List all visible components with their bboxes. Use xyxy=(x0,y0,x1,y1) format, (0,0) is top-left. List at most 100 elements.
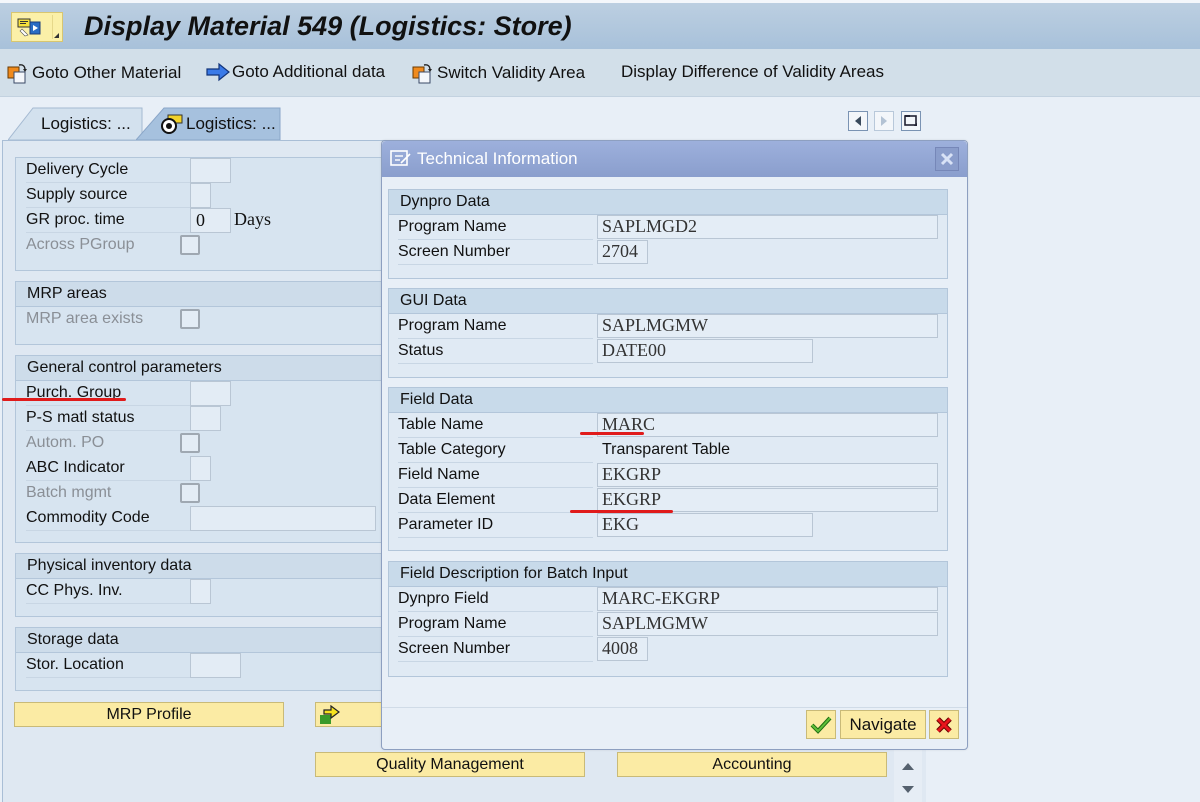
quality-management-button[interactable]: Quality Management xyxy=(315,752,585,777)
delivery-cycle-field[interactable] xyxy=(190,158,231,183)
goto-additional-data-button[interactable]: Goto Additional data xyxy=(206,62,385,82)
program-name-label: Program Name xyxy=(398,215,593,240)
scroll-up-icon xyxy=(902,763,914,770)
dialog-header: Technical Information xyxy=(382,141,967,177)
autom-po-row: Autom. PO xyxy=(26,431,386,456)
supply-source-field[interactable] xyxy=(190,183,211,208)
goto-other-material-label: Goto Other Material xyxy=(32,63,182,82)
copy-switch-icon xyxy=(7,64,27,84)
batch-mgmt-row: Batch mgmt xyxy=(26,481,386,506)
ps-matl-status-row: P-S matl status xyxy=(26,406,386,431)
dynpro-field-label: Dynpro Field xyxy=(398,587,593,612)
close-icon xyxy=(940,152,954,166)
gui-program-name-field[interactable]: SAPLMGMW xyxy=(597,314,938,338)
physical-inventory-group: Physical inventory data CC Phys. Inv. xyxy=(15,553,395,617)
divider xyxy=(52,15,53,39)
dynpro-program-row: Program Name SAPLMGD2 xyxy=(398,215,943,240)
batch-mgmt-label: Batch mgmt xyxy=(26,484,112,501)
arrow-right-icon xyxy=(206,62,230,82)
gui-data-title: GUI Data xyxy=(389,289,947,314)
dropdown-triangle-icon xyxy=(54,33,59,38)
batch-program-name-field[interactable]: SAPLMGMW xyxy=(597,612,938,636)
across-pgroup-row: Across PGroup xyxy=(26,233,386,258)
highlight-underline xyxy=(580,432,644,435)
gui-program-row: Program Name SAPLMGMW xyxy=(398,314,943,339)
scroll-up-button[interactable] xyxy=(899,757,917,775)
tab-label: Logistics: ... xyxy=(186,114,276,133)
procurement-group: Delivery Cycle Supply source GR proc. ti… xyxy=(15,157,395,271)
cc-phys-inv-field[interactable] xyxy=(190,579,211,604)
abc-indicator-field[interactable] xyxy=(190,456,211,481)
field-name-label: Field Name xyxy=(398,463,593,488)
mrp-area-exists-checkbox[interactable] xyxy=(180,309,200,329)
autom-po-checkbox[interactable] xyxy=(180,433,200,453)
field-name-row: Field Name EKGRP xyxy=(398,463,943,488)
ps-matl-status-field[interactable] xyxy=(190,406,221,431)
enter-arrow-icon xyxy=(320,704,340,724)
gr-proc-time-unit: Days xyxy=(234,209,271,229)
goto-execute-button[interactable] xyxy=(315,702,385,727)
table-category-row: Table Category Transparent Table xyxy=(398,438,943,463)
cc-phys-inv-row: CC Phys. Inv. xyxy=(26,579,386,604)
mrp-area-exists-label: MRP area exists xyxy=(26,310,144,327)
tab-logistics-2[interactable]: Logistics: ... xyxy=(136,107,282,140)
switch-validity-area-button[interactable]: Switch Validity Area xyxy=(412,62,585,84)
tab-logistics-1[interactable]: Logistics: ... xyxy=(8,107,146,140)
scroll-right-icon xyxy=(881,116,887,126)
accounting-button[interactable]: Accounting xyxy=(617,752,887,777)
dialog-close-button[interactable] xyxy=(935,147,959,171)
tab-scroll-right-button[interactable] xyxy=(874,111,894,131)
page-title: Display Material 549 (Logistics: Store) xyxy=(84,11,572,41)
stor-location-field[interactable] xyxy=(190,653,241,678)
system-menu-button[interactable] xyxy=(11,12,63,42)
abc-indicator-row: ABC Indicator xyxy=(26,456,386,481)
tab-scroll-left-button[interactable] xyxy=(848,111,868,131)
tab-list-button[interactable] xyxy=(901,111,921,131)
parameter-id-field[interactable]: EKG xyxy=(597,513,813,537)
mrp-profile-button[interactable]: MRP Profile xyxy=(14,702,284,727)
dynpro-program-name-field[interactable]: SAPLMGD2 xyxy=(597,215,938,239)
scroll-down-icon xyxy=(902,786,914,793)
batch-mgmt-checkbox[interactable] xyxy=(180,483,200,503)
table-name-field[interactable]: MARC xyxy=(597,413,938,437)
gr-proc-time-field[interactable]: 0 xyxy=(190,208,231,233)
display-difference-button[interactable]: Display Difference of Validity Areas xyxy=(621,62,884,82)
batch-screen-number-field[interactable]: 4008 xyxy=(597,637,648,661)
table-name-row: Table Name MARC xyxy=(398,413,943,438)
navigate-button[interactable]: Navigate xyxy=(840,710,926,739)
cancel-button[interactable] xyxy=(929,710,959,739)
gr-proc-time-row: GR proc. time 0 Days xyxy=(26,208,386,233)
goto-other-material-button[interactable]: Goto Other Material xyxy=(7,62,181,84)
across-pgroup-checkbox[interactable] xyxy=(180,235,200,255)
delivery-cycle-label: Delivery Cycle xyxy=(26,158,196,183)
autom-po-label: Autom. PO xyxy=(26,434,105,451)
purch-group-row: Purch. Group xyxy=(26,381,386,406)
checkmark-icon xyxy=(810,716,832,734)
dynpro-data-group: Dynpro Data Program Name SAPLMGD2 Screen… xyxy=(388,189,948,279)
purch-group-field[interactable] xyxy=(190,381,231,406)
screen-number-label: Screen Number xyxy=(398,240,593,265)
commodity-code-label: Commodity Code xyxy=(26,506,196,531)
data-element-field[interactable]: EKGRP xyxy=(597,488,938,512)
scroll-left-icon xyxy=(855,116,861,126)
gui-status-field[interactable]: DATE00 xyxy=(597,339,813,363)
dynpro-data-title: Dynpro Data xyxy=(389,190,947,215)
dynpro-field-field[interactable]: MARC-EKGRP xyxy=(597,587,938,611)
confirm-button[interactable] xyxy=(806,710,836,739)
screen-number-label: Screen Number xyxy=(398,637,593,662)
stor-location-row: Stor. Location xyxy=(26,653,386,678)
dynpro-screen-number-field[interactable]: 2704 xyxy=(597,240,648,264)
status-label: Status xyxy=(398,339,593,364)
purch-group-label: Purch. Group xyxy=(26,381,196,406)
gui-status-row: Status DATE00 xyxy=(398,339,943,364)
commodity-code-field[interactable] xyxy=(190,506,376,531)
field-data-group: Field Data Table Name MARC Table Categor… xyxy=(388,387,948,551)
supply-source-row: Supply source xyxy=(26,183,386,208)
storage-data-group: Storage data Stor. Location xyxy=(15,627,395,691)
title-bar: Display Material 549 (Logistics: Store) xyxy=(0,0,1200,49)
parameter-id-label: Parameter ID xyxy=(398,513,593,538)
field-name-field[interactable]: EKGRP xyxy=(597,463,938,487)
batch-screen-row: Screen Number 4008 xyxy=(398,637,943,662)
scroll-down-button[interactable] xyxy=(899,781,917,799)
general-control-group: General control parameters Purch. Group … xyxy=(15,355,395,543)
